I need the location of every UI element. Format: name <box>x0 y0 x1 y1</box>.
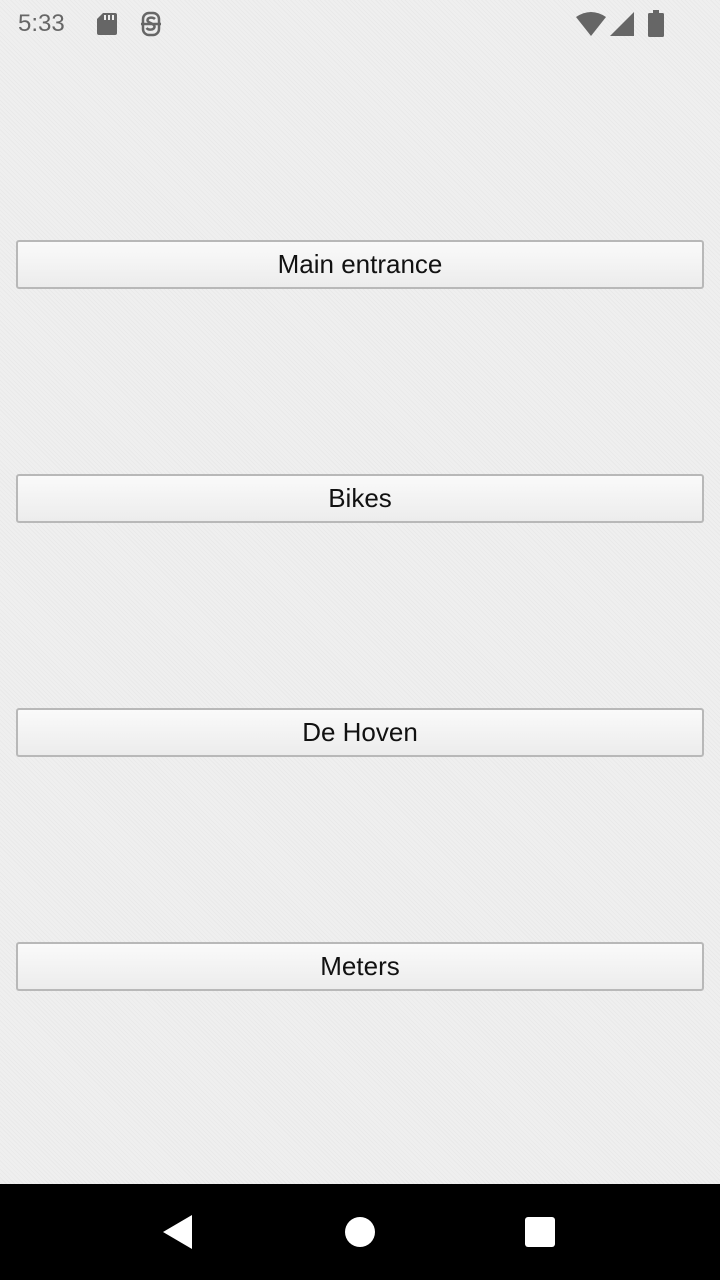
recents-icon[interactable] <box>492 1184 588 1280</box>
battery-icon <box>648 10 664 43</box>
sd-card-icon <box>96 12 118 41</box>
meters-button[interactable]: Meters <box>16 942 704 991</box>
cellular-signal-icon <box>610 12 634 41</box>
bikes-button[interactable]: Bikes <box>16 474 704 523</box>
wifi-icon <box>576 12 606 41</box>
home-icon[interactable] <box>312 1184 408 1280</box>
main-entrance-button[interactable]: Main entrance <box>16 240 704 289</box>
status-time: 5:33 <box>18 10 65 37</box>
back-icon[interactable] <box>130 1184 226 1280</box>
sync-app-icon <box>140 11 162 42</box>
navigation-bar <box>0 1184 720 1280</box>
app-screen: 5:33 Main entrance Bikes De Hoven Meters <box>0 0 720 1280</box>
status-bar: 5:33 <box>0 0 720 48</box>
de-hoven-button[interactable]: De Hoven <box>16 708 704 757</box>
